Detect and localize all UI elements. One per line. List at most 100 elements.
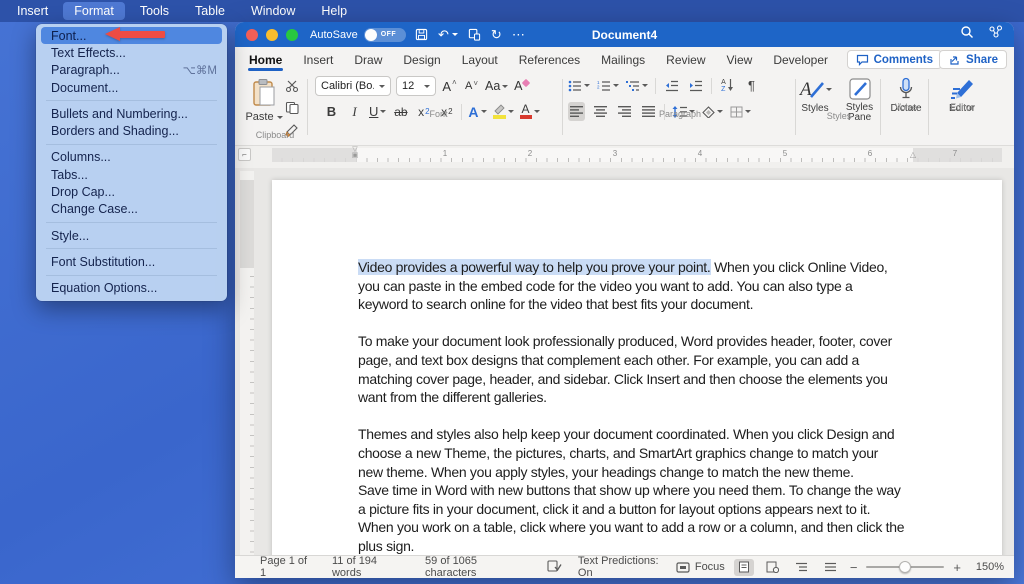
right-indent-marker[interactable]: △ — [908, 150, 918, 159]
close-window-button[interactable] — [246, 29, 258, 41]
paragraph-3[interactable]: Themes and styles also help keep your do… — [358, 425, 906, 481]
menubar-table[interactable]: Table — [184, 2, 236, 20]
ruler-number: 6 — [868, 149, 872, 158]
bullets-button[interactable] — [568, 76, 590, 95]
titlebar-right-icons — [960, 22, 1004, 47]
font-size-select[interactable]: 12 — [396, 76, 436, 96]
cut-icon[interactable] — [285, 80, 299, 95]
vertical-ruler-margin — [240, 180, 254, 268]
show-marks-button[interactable]: ¶ — [743, 76, 760, 95]
word-count[interactable]: 11 of 194 words — [332, 555, 409, 578]
menu-item-bullets-numbering[interactable]: Bullets and Numbering... — [36, 105, 227, 122]
comments-button[interactable]: Comments — [847, 50, 942, 69]
shrink-font-button[interactable]: A˅ — [463, 77, 480, 96]
draft-view-button[interactable] — [821, 559, 841, 576]
tab-design[interactable]: Design — [402, 49, 441, 71]
menu-separator — [46, 100, 217, 101]
menu-item-drop-cap[interactable]: Drop Cap... — [36, 183, 227, 200]
menubar-help[interactable]: Help — [310, 2, 358, 20]
tab-review[interactable]: Review — [665, 49, 706, 71]
menubar-format[interactable]: Format — [63, 2, 125, 20]
tab-mailings[interactable]: Mailings — [600, 49, 646, 71]
change-case-button[interactable]: Aa — [485, 77, 508, 96]
search-icon[interactable] — [960, 25, 974, 44]
styles-group: A Styles Styles Pane Styles — [799, 75, 879, 123]
ruler-right-margin — [913, 148, 1002, 162]
comment-icon — [856, 54, 869, 66]
share-icon — [948, 54, 961, 66]
zoom-slider-knob[interactable] — [899, 561, 911, 573]
page-count[interactable]: Page 1 of 1 — [260, 555, 316, 578]
autosave-toggle[interactable]: OFF — [364, 28, 406, 42]
tab-layout[interactable]: Layout — [461, 49, 499, 71]
horizontal-ruler[interactable]: 1 2 3 4 5 6 7 ▽▣ △ — [272, 148, 1002, 162]
spellcheck-icon[interactable] — [547, 560, 562, 575]
paste-button[interactable]: Paste — [247, 78, 281, 123]
paragraph-2[interactable]: To make your document look professionall… — [358, 332, 906, 406]
menu-item-text-effects[interactable]: Text Effects... — [36, 44, 227, 61]
menubar-window[interactable]: Window — [240, 2, 306, 20]
decrease-indent-button[interactable] — [663, 76, 680, 95]
copy-document-icon[interactable] — [468, 28, 481, 41]
increase-indent-button[interactable] — [687, 76, 704, 95]
grow-font-button[interactable]: A˄ — [441, 77, 458, 96]
presence-share-icon[interactable] — [988, 25, 1004, 44]
paragraph-1[interactable]: Video provides a powerful way to help yo… — [358, 258, 906, 314]
menu-item-style[interactable]: Style... — [36, 227, 227, 244]
web-layout-view-button[interactable] — [763, 559, 783, 576]
document-page[interactable]: Video provides a powerful way to help yo… — [272, 180, 1002, 555]
vertical-ruler[interactable] — [240, 171, 254, 555]
character-count[interactable]: 59 of 1065 characters — [425, 555, 531, 578]
menu-item-document[interactable]: Document... — [36, 79, 227, 96]
undo-icon[interactable]: ↶ — [438, 28, 458, 41]
more-commands-icon[interactable]: ⋯ — [512, 28, 525, 41]
ruler-row: ⌐ 1 2 3 4 5 6 7 ▽▣ △ — [235, 146, 1014, 168]
print-layout-view-button[interactable] — [734, 559, 754, 576]
tab-home[interactable]: Home — [248, 49, 283, 71]
selected-text[interactable]: Video provides a powerful way to help yo… — [358, 259, 711, 275]
tab-developer[interactable]: Developer — [772, 49, 829, 71]
menu-item-columns[interactable]: Columns... — [36, 149, 227, 166]
zoom-out-button[interactable]: − — [850, 560, 858, 575]
zoom-window-button[interactable] — [286, 29, 298, 41]
multilevel-list-button[interactable] — [626, 76, 648, 95]
outline-view-button[interactable] — [792, 559, 812, 576]
menu-item-borders-shading[interactable]: Borders and Shading... — [36, 122, 227, 139]
menu-item-equation-options[interactable]: Equation Options... — [36, 280, 227, 297]
zoom-slider[interactable] — [866, 566, 944, 569]
title-bar: AutoSave OFF ↶ ↻ ⋯ Document4 — [235, 22, 1014, 47]
tab-selector[interactable]: ⌐ — [238, 148, 251, 161]
group-divider — [928, 79, 929, 135]
zoom-level[interactable]: 150% — [970, 561, 1004, 573]
indent-markers[interactable]: ▽▣ — [350, 147, 360, 158]
ruler-number: 4 — [698, 149, 702, 158]
zoom-in-button[interactable]: + — [953, 560, 961, 575]
menubar-insert[interactable]: Insert — [6, 2, 59, 20]
menu-item-tabs[interactable]: Tabs... — [36, 166, 227, 183]
tab-insert[interactable]: Insert — [302, 49, 334, 71]
text-predictions[interactable]: Text Predictions: On — [578, 555, 676, 578]
svg-text:A: A — [799, 79, 812, 100]
tab-references[interactable]: References — [518, 49, 581, 71]
font-name-select[interactable]: Calibri (Bo... — [315, 76, 391, 96]
copy-icon[interactable] — [285, 101, 299, 117]
microphone-icon — [898, 77, 914, 101]
share-button[interactable]: Share — [939, 50, 1007, 69]
tab-draw[interactable]: Draw — [353, 49, 383, 71]
ruler-number: 5 — [783, 149, 787, 158]
save-icon[interactable] — [415, 28, 428, 41]
editor-pencil-icon — [949, 77, 975, 101]
menu-item-change-case[interactable]: Change Case... — [36, 201, 227, 218]
focus-control[interactable]: Focus — [676, 561, 725, 573]
redo-icon[interactable]: ↻ — [491, 28, 502, 41]
paragraph-4[interactable]: Save time in Word with new buttons that … — [358, 481, 906, 555]
menubar-tools[interactable]: Tools — [129, 2, 180, 20]
minimize-window-button[interactable] — [266, 29, 278, 41]
clear-formatting-button[interactable]: A — [513, 77, 530, 96]
sort-button[interactable]: AZ — [719, 76, 736, 95]
menu-item-font-substitution[interactable]: Font Substitution... — [36, 253, 227, 270]
numbering-button[interactable]: 12 — [597, 76, 619, 95]
tab-view[interactable]: View — [726, 49, 754, 71]
document-text[interactable]: Video provides a powerful way to help yo… — [358, 258, 906, 555]
menu-item-paragraph[interactable]: Paragraph...⌥⌘M — [36, 62, 227, 79]
